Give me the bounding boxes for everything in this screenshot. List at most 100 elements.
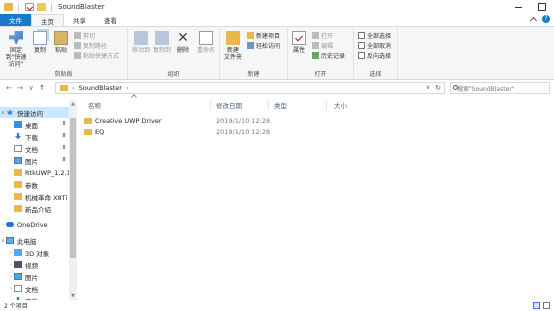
select-all-icon	[358, 32, 365, 39]
new-item-button[interactable]: 新建项目	[247, 31, 280, 40]
move-to-label: 移动到	[131, 47, 150, 54]
help-icon[interactable]: ?	[542, 15, 550, 23]
back-arrow-icon[interactable]: ←	[4, 82, 14, 94]
address-bar[interactable]: › SoundBlaster › ∨ ↻	[55, 82, 445, 94]
nav-item-label: 文档	[25, 145, 38, 154]
details-view-icon[interactable]	[533, 302, 540, 309]
paste-shortcut-icon	[74, 52, 81, 59]
history-button[interactable]: 历史记录	[312, 51, 345, 60]
large-icons-view-icon[interactable]	[543, 302, 550, 309]
tab-view[interactable]: 查看	[95, 14, 126, 26]
table-row[interactable]: Creative UWP Driver 2019/1/10 12:28	[84, 116, 344, 126]
invert-selection-label: 反向选择	[367, 53, 392, 60]
nav-item-downloads[interactable]: 下载	[0, 131, 69, 142]
select-none-button[interactable]: 全部取消	[358, 41, 391, 50]
minimize-button[interactable]	[506, 0, 530, 14]
select-all-label: 全部选择	[367, 33, 392, 40]
nav-item-x8ti[interactable]: 机械革命 X8Ti P	[0, 191, 69, 202]
tab-home[interactable]: 主页	[31, 14, 64, 26]
delete-button[interactable]: ✕ 删除	[175, 31, 191, 54]
tab-file[interactable]: 文件	[0, 14, 31, 26]
scroll-up-icon[interactable]: ▲	[69, 100, 77, 108]
nav-item-quick-access[interactable]: ∨ 快速访问	[0, 107, 69, 118]
nav-item-pictures[interactable]: 图片	[0, 155, 69, 166]
refresh-icon[interactable]: ↻	[435, 84, 441, 92]
pin-icon	[62, 121, 66, 127]
invert-selection-button[interactable]: 反向选择	[358, 51, 391, 60]
easy-access-button[interactable]: 轻松访问	[247, 41, 280, 50]
search-placeholder: 搜索"SoundBlaster"	[457, 85, 515, 93]
nav-item-params[interactable]: 参数	[0, 179, 69, 190]
delete-icon: ✕	[177, 30, 189, 46]
nav-item-pictures-pc[interactable]: › 图片	[0, 271, 69, 282]
ribbon-tabs: 文件 主页 共享 查看	[0, 14, 554, 26]
forward-arrow-icon[interactable]: →	[15, 82, 25, 94]
address-dropdown-icon[interactable]: ∨	[426, 84, 430, 91]
paste-button[interactable]: 粘贴	[53, 31, 69, 54]
search-input[interactable]: 搜索"SoundBlaster"	[450, 82, 550, 94]
cut-button[interactable]: 剪切	[74, 31, 95, 40]
nav-item-videos[interactable]: › 视频	[0, 259, 69, 270]
maximize-button[interactable]	[530, 0, 554, 14]
breadcrumb-separator-icon: ›	[72, 84, 75, 92]
tab-share[interactable]: 共享	[64, 14, 95, 26]
navigation-pane: ∨ 快速访问 桌面 下载 文档 图片 RtkUWP_1.2.15 参数 机械革命…	[0, 100, 77, 300]
nav-item-documents[interactable]: 文档	[0, 143, 69, 154]
properties-icon[interactable]	[25, 3, 34, 11]
pin-quick-access-button[interactable]: 固定到"快速访问"	[3, 31, 29, 68]
move-to-button[interactable]: 移动到	[131, 31, 151, 54]
folder-icon	[60, 85, 68, 91]
window-title: SoundBlaster	[58, 3, 105, 11]
folder-icon	[14, 181, 22, 188]
expand-down-icon[interactable]: ∨	[0, 110, 6, 116]
copy-path-button[interactable]: 复制路径	[74, 41, 107, 50]
edit-icon	[312, 42, 319, 49]
table-row[interactable]: EQ 2019/1/10 12:28	[84, 127, 344, 137]
column-divider[interactable]	[326, 100, 327, 110]
properties-button[interactable]: 属性	[291, 31, 307, 54]
new-item-label: 新建项目	[256, 33, 281, 40]
column-header-type[interactable]: 类型	[274, 100, 287, 110]
nav-item-label: 桌面	[25, 121, 38, 130]
nav-item-documents-pc[interactable]: › 文档	[0, 283, 69, 294]
copy-button[interactable]: 复制	[32, 31, 48, 54]
new-folder-button[interactable]: 新建 文件夹	[223, 31, 243, 61]
column-header-size[interactable]: 大小	[334, 100, 347, 110]
scrollbar-thumb[interactable]	[70, 118, 76, 258]
nav-item-label: 视频	[25, 261, 38, 270]
nav-item-onedrive[interactable]: › OneDrive	[0, 219, 69, 230]
copy-to-button[interactable]: 复制到	[152, 31, 172, 54]
new-folder-icon[interactable]	[37, 3, 46, 11]
paste-shortcut-button[interactable]: 粘贴快捷方式	[74, 51, 119, 60]
group-new: 新建 文件夹 新建项目 轻松访问 新建	[220, 27, 288, 80]
download-icon	[14, 133, 22, 140]
file-date: 2019/1/10 12:28	[216, 117, 271, 125]
nav-item-label: 3D 对象	[25, 249, 50, 258]
nav-scrollbar[interactable]: ▲ ▼	[69, 100, 77, 300]
nav-item-desktop[interactable]: 桌面	[0, 119, 69, 130]
nav-item-rtkuwp[interactable]: RtkUWP_1.2.15	[0, 167, 69, 178]
column-divider[interactable]	[268, 100, 269, 110]
breadcrumb-current[interactable]: SoundBlaster	[79, 84, 122, 92]
search-icon	[453, 85, 458, 90]
up-arrow-icon[interactable]: ↑	[37, 82, 47, 94]
ribbon: 固定到"快速访问" 复制 粘贴 剪切 复制路径 粘贴快捷方式 剪贴板 移动到 复…	[0, 26, 554, 80]
edit-button[interactable]: 编辑	[312, 41, 333, 50]
nav-item-label: 此电脑	[17, 237, 37, 246]
nav-item-this-pc[interactable]: ∨ 此电脑	[0, 235, 69, 246]
nav-item-new-products[interactable]: 新品介绍	[0, 203, 69, 214]
document-icon	[14, 285, 22, 292]
open-button[interactable]: 打开	[312, 31, 333, 40]
recent-dropdown-icon[interactable]: ∨	[26, 82, 36, 94]
column-header-name[interactable]: 名称	[88, 100, 101, 110]
file-date: 2019/1/10 12:28	[216, 128, 271, 136]
collapse-ribbon-icon[interactable]	[529, 16, 538, 25]
column-header-date[interactable]: 修改日期	[216, 100, 242, 110]
column-divider[interactable]	[210, 100, 211, 110]
history-icon	[312, 52, 319, 59]
scroll-down-icon[interactable]: ▼	[69, 292, 77, 300]
nav-item-3d-objects[interactable]: › 3D 对象	[0, 247, 69, 258]
select-all-button[interactable]: 全部选择	[358, 31, 391, 40]
rename-button[interactable]: 重命名	[196, 31, 216, 54]
pin-icon	[9, 31, 23, 45]
